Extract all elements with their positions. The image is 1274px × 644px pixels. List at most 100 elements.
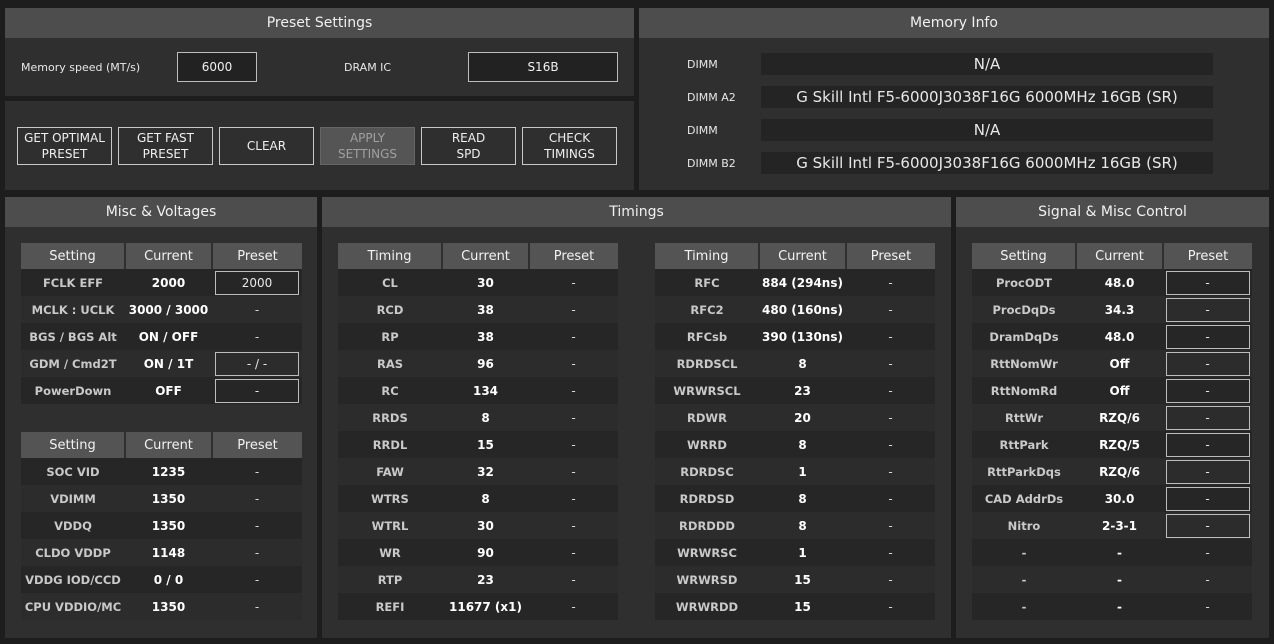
current-value: 30 (442, 512, 529, 539)
column-header: Setting (21, 432, 126, 458)
current-value: 0 / 0 (125, 566, 212, 593)
memory-speed-field[interactable]: 6000 (177, 52, 257, 82)
current-value: 34.3 (1076, 296, 1163, 323)
table-row: RttPark RZQ/5- (972, 431, 1252, 458)
table-row: --- (972, 539, 1252, 566)
misc-table: Setting Current Preset FCLK EFF 2000 2000 M… (21, 243, 302, 404)
current-value: 38 (442, 323, 529, 350)
column-header: Current (442, 243, 530, 269)
preset-cell: - (1163, 269, 1252, 296)
preset-value: - (212, 296, 302, 323)
column-header: Setting (972, 243, 1077, 269)
table-row: CAD AddrDs 30.0- (972, 485, 1252, 512)
preset-value: - (529, 539, 618, 566)
preset-input[interactable]: - (1165, 459, 1250, 484)
current-value: 1235 (125, 458, 212, 485)
current-value: 884 (294ns) (759, 269, 846, 296)
preset-settings-panel: Preset Settings Memory speed (MT/s) 6000… (5, 8, 634, 96)
preset-input[interactable]: - (1165, 486, 1250, 511)
table-row: FCLK EFF 2000 2000 (21, 269, 302, 296)
preset-cell: - (1163, 485, 1252, 512)
current-value: ON / 1T (125, 350, 212, 377)
column-header: Preset (1163, 243, 1252, 269)
current-value: 32 (442, 458, 529, 485)
column-header: Current (1076, 243, 1164, 269)
row-label: - (972, 566, 1076, 593)
check-timings-button[interactable]: CHECK TIMINGS (522, 127, 617, 165)
memory-info-panel: Memory Info DIMM N/A DIMM A2 G Skill Int… (639, 8, 1269, 190)
preset-value: - (846, 350, 935, 377)
current-value: 96 (442, 350, 529, 377)
column-header: Preset (212, 432, 302, 458)
current-value: 8 (442, 404, 529, 431)
get-fast-preset-button[interactable]: GET FAST PRESET (118, 127, 213, 165)
current-value: 480 (160ns) (759, 296, 846, 323)
current-value: 15 (759, 566, 846, 593)
current-value: RZQ/5 (1076, 431, 1163, 458)
preset-input[interactable]: - (1165, 270, 1250, 295)
get-optimal-preset-button[interactable]: GET OPTIMAL PRESET (17, 127, 112, 165)
preset-value: - (529, 377, 618, 404)
preset-input[interactable]: - (1165, 351, 1250, 376)
preset-input[interactable]: - (1165, 297, 1250, 322)
current-value: RZQ/6 (1076, 458, 1163, 485)
preset-input[interactable]: 2000 (215, 270, 299, 295)
dram-ic-field[interactable]: S16B (468, 52, 618, 82)
row-label: RDRDSC (655, 458, 759, 485)
row-label: DramDqDs (972, 323, 1076, 350)
row-label: RttPark (972, 431, 1076, 458)
preset-cell: - (1163, 458, 1252, 485)
column-header: Preset (529, 243, 618, 269)
preset-input[interactable]: - (1165, 513, 1250, 538)
dimm-slot-label: DIMM A2 (687, 91, 736, 104)
current-value: 48.0 (1076, 323, 1163, 350)
current-value: OFF (125, 377, 212, 404)
timings-table-left: Timing Current Preset CL 30- RCD 38- RP 38- RA… (338, 243, 618, 620)
current-value: - (1076, 566, 1163, 593)
table-row: ProcODT 48.0- (972, 269, 1252, 296)
dimm-slot-label: DIMM (687, 58, 718, 71)
preset-value: - (212, 593, 302, 620)
preset-input[interactable]: - (1165, 405, 1250, 430)
current-value: 8 (759, 512, 846, 539)
preset-value: - (846, 377, 935, 404)
preset-value: - (846, 485, 935, 512)
table-row: FAW 32- (338, 458, 618, 485)
current-value: 48.0 (1076, 269, 1163, 296)
preset-value: - (212, 485, 302, 512)
memory-speed-label: Memory speed (MT/s) (21, 61, 141, 74)
row-label: ProcDqDs (972, 296, 1076, 323)
table-row: DramDqDs 48.0- (972, 323, 1252, 350)
preset-value: - (529, 593, 618, 620)
preset-input[interactable]: - (1165, 324, 1250, 349)
preset-value: - (212, 323, 302, 350)
timings-panel: Timings Timing Current Preset CL 30- RCD 38… (322, 197, 951, 638)
apply-settings-button[interactable]: APPLY SETTINGS (320, 127, 415, 165)
preset-input[interactable]: - / - (215, 351, 299, 376)
preset-input[interactable]: - (1165, 432, 1250, 457)
row-label: VDDQ (21, 512, 125, 539)
current-value: 15 (759, 593, 846, 620)
dimm-slot-value: N/A (761, 53, 1213, 75)
row-label: WTRS (338, 485, 442, 512)
table-row: MCLK : UCLK 3000 / 3000- (21, 296, 302, 323)
current-value: 8 (759, 350, 846, 377)
preset-value: - (846, 431, 935, 458)
table-row: BGS / BGS Alt ON / OFF - (21, 323, 302, 350)
table-row: CLDO VDDP 1148- (21, 539, 302, 566)
preset-cell: - (1163, 296, 1252, 323)
preset-value: - (846, 323, 935, 350)
read-spd-button[interactable]: READ SPD (421, 127, 516, 165)
column-header: Timing (338, 243, 443, 269)
current-value: 11677 (x1) (442, 593, 529, 620)
current-value: 1 (759, 539, 846, 566)
table-row: REFI 11677 (x1) - (338, 593, 618, 620)
table-row: CL 30- (338, 269, 618, 296)
clear-button[interactable]: CLEAR (219, 127, 314, 165)
current-value: - (1076, 539, 1163, 566)
preset-input[interactable]: - (1165, 378, 1250, 403)
table-row: Nitro 2-3-1- (972, 512, 1252, 539)
row-label: FAW (338, 458, 442, 485)
table-row: RttNomWr Off - (972, 350, 1252, 377)
preset-input[interactable]: - (215, 378, 299, 403)
